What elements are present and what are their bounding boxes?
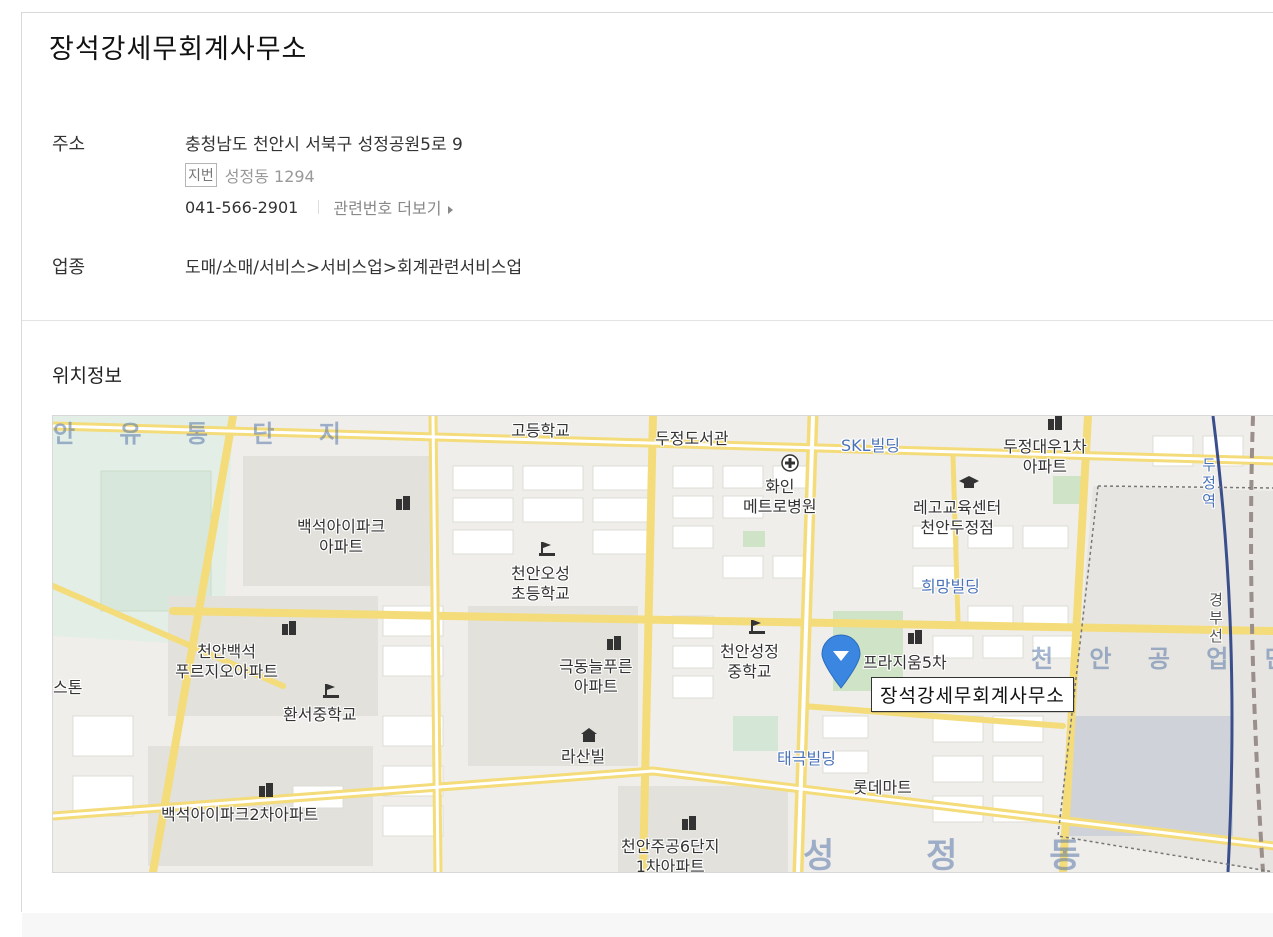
map-label-taegeuk-building: 태극빌딩 <box>777 749 836 768</box>
caret-right-icon <box>448 206 454 214</box>
map-label-area-west: 안 유 통 단 지 <box>53 420 359 448</box>
category-value: 도매/소매/서비스>서비스업>회계관련서비스업 <box>185 258 523 278</box>
map-label-high-school: 고등학교 <box>511 421 570 440</box>
apartment-icon <box>1048 416 1062 430</box>
business-title: 장석강세무회계사무소 <box>49 34 308 65</box>
section-divider <box>22 320 1273 321</box>
map-label-prasium: 프라지움5차 <box>863 653 947 672</box>
related-numbers-link[interactable]: 관련번호 더보기 <box>333 195 454 219</box>
bottom-band <box>22 913 1273 937</box>
map-label-lotte-mart: 롯데마트 <box>853 778 912 797</box>
phone-number[interactable]: 041-566-2901 <box>185 198 298 217</box>
map-label-baekseok-prugio: 천안백석 푸르지오아파트 <box>175 642 279 681</box>
apartment-icon <box>282 621 296 635</box>
school-flag-icon <box>323 684 339 698</box>
phone-row: 041-566-2901 관련번호 더보기 <box>185 195 454 219</box>
location-map[interactable]: 안 유 통 단 지 천 안 공 업 단 지 성 정 동 고등학교 두정도서관 S… <box>52 415 1273 873</box>
apartment-icon <box>607 636 621 650</box>
pin-label[interactable]: 장석강세무회계사무소 <box>871 677 1074 712</box>
graduation-cap-icon <box>959 476 979 488</box>
map-label-stone: 스톤 <box>53 678 83 697</box>
separator <box>318 200 320 214</box>
map-label-baekseok-ipark2: 백석아이파크2차아파트 <box>161 805 319 824</box>
school-flag-icon <box>539 542 555 556</box>
map-label-dujeong-station: 두정역 <box>1202 456 1216 510</box>
map-label-area-east: 천 안 공 업 단 지 <box>1031 645 1273 673</box>
jibun-badge: 지번 <box>185 163 217 187</box>
map-label-hwanseo-middle: 환서중학교 <box>283 705 357 724</box>
map-label-geukdong: 극동늘푸른 아파트 <box>559 657 633 696</box>
house-icon <box>581 728 597 742</box>
road-address: 충청남도 천안시 서북구 성정공원5로 9 <box>185 135 463 155</box>
map-label-osung-school: 천안오성 초등학교 <box>511 564 570 603</box>
map-label-hwain-hospital: 화인 메트로병원 <box>743 477 817 516</box>
apartment-icon <box>396 496 410 510</box>
apartment-icon <box>682 816 696 830</box>
hospital-icon <box>781 454 799 472</box>
school-flag-icon <box>749 620 765 634</box>
jibun-address: 성정동 1294 <box>224 167 315 186</box>
map-label-jugong6: 천안주공6단지 1차아파트 <box>621 837 720 873</box>
map-label-seongjeong: 성 정 동 <box>803 836 1121 873</box>
location-pin-icon[interactable] <box>819 634 863 690</box>
apartment-icon <box>259 783 273 797</box>
map-label-skl-building: SKL빌딩 <box>841 436 901 455</box>
location-section-title: 위치정보 <box>52 365 122 387</box>
panel-top-border <box>21 12 1273 13</box>
map-label-dujeong-daewoo: 두정대우1차 아파트 <box>1003 437 1087 476</box>
map-label-huimang-building: 희망빌딩 <box>921 577 980 596</box>
map-label-rail-line: 경부선 <box>1209 591 1223 645</box>
map-label-rasanvil: 라산빌 <box>561 747 606 766</box>
map-label-baekseok-ipark: 백석아이파크 아파트 <box>297 517 386 556</box>
category-label: 업종 <box>52 257 86 278</box>
map-label-seongjeong-middle: 천안성정 중학교 <box>720 642 779 681</box>
panel-left-border <box>21 12 22 912</box>
map-label-dujeong-library: 두정도서관 <box>655 429 729 448</box>
jibun-address-row: 지번 성정동 1294 <box>185 163 315 187</box>
address-label: 주소 <box>52 134 86 155</box>
map-label-lego-center: 레고교육센터 천안두정점 <box>913 498 1002 537</box>
apartment-icon <box>908 630 922 644</box>
